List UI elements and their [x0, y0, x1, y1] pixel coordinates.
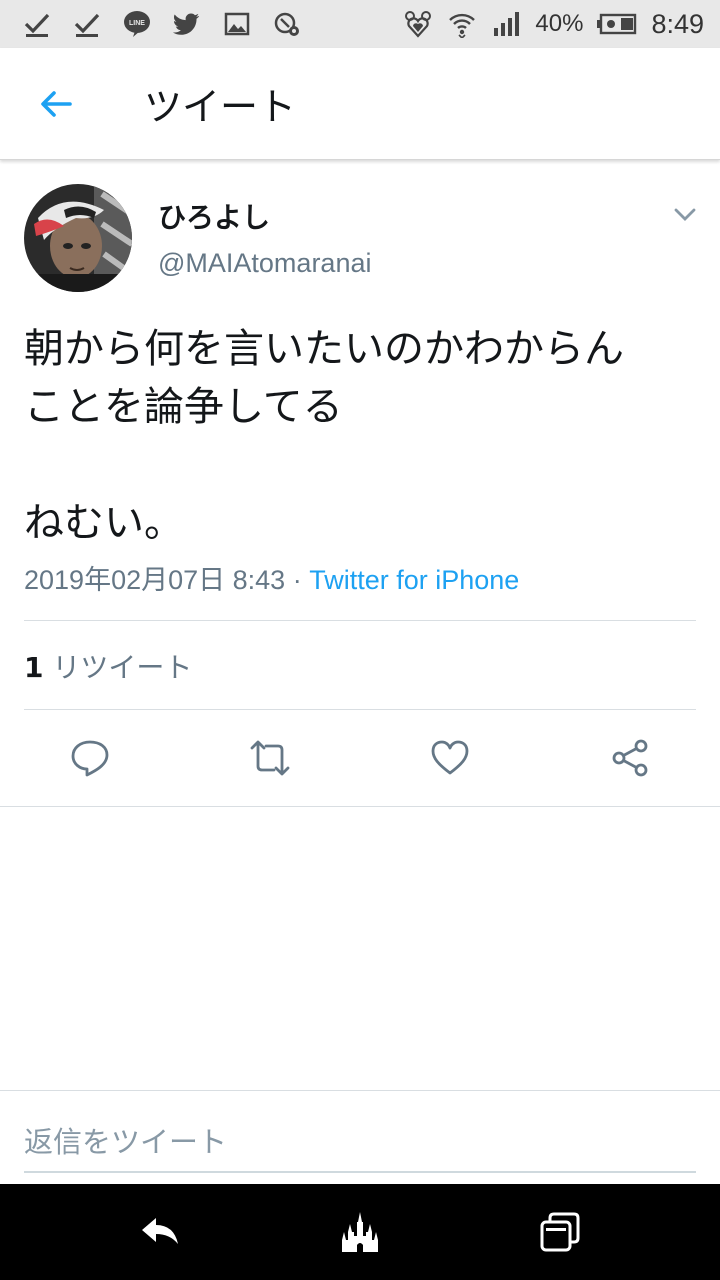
like-button[interactable] — [428, 736, 472, 780]
recents-icon — [540, 1212, 580, 1252]
retweet-icon — [250, 740, 290, 776]
retweet-count-row[interactable]: 1 リツイート — [24, 646, 192, 686]
system-nav-bar — [0, 1184, 720, 1280]
back-arrow-icon — [41, 90, 72, 117]
twitter-bird-icon — [172, 9, 202, 39]
signal-icon — [491, 9, 521, 39]
nav-recents-button[interactable] — [536, 1208, 584, 1256]
back-nav-icon — [142, 1218, 178, 1244]
user-display-name[interactable]: ひろよし — [158, 196, 270, 236]
meta-separator: · — [285, 565, 310, 595]
tweet-source-link[interactable]: Twitter for iPhone — [309, 565, 519, 595]
tweet-meta: 2019年02月07日 8:43 · Twitter for iPhone — [24, 558, 519, 597]
line-label: LINE — [129, 20, 145, 27]
check-icon — [22, 9, 52, 39]
mickey-heart-icon — [403, 9, 433, 39]
tweet-timestamp: 2019年02月07日 8:43 — [24, 565, 286, 595]
check-icon — [72, 9, 102, 39]
avatar[interactable] — [24, 184, 132, 292]
battery-percent: 40% — [535, 10, 584, 37]
user-handle[interactable]: @MAIAtomaranai — [158, 248, 371, 279]
like-icon — [431, 740, 469, 775]
retweet-count-label: リツイート — [43, 651, 193, 684]
share-icon — [612, 739, 648, 777]
reply-input[interactable]: 返信をツイート — [24, 1119, 696, 1173]
reply-composer: 返信をツイート — [0, 1090, 720, 1184]
wifi-icon — [447, 9, 477, 39]
retweet-count: 1 — [24, 651, 44, 684]
battery-icon — [597, 9, 637, 39]
castle-home-icon — [342, 1212, 378, 1252]
nav-back-button[interactable] — [136, 1208, 184, 1256]
app-header: ツイート — [0, 48, 720, 160]
chevron-down-icon[interactable] — [670, 200, 700, 230]
reply-button[interactable] — [68, 736, 112, 780]
page-title: ツイート — [144, 85, 297, 129]
divider — [0, 806, 720, 807]
retweet-button[interactable] — [248, 736, 292, 780]
status-time: 8:49 — [651, 8, 704, 39]
divider — [24, 709, 696, 710]
tweet-text: 朝から何を言いたいのかわからん ことを論争してる ねむい。 — [24, 326, 624, 546]
status-bar: LINE 40% 8:49 — [0, 0, 720, 48]
reply-icon — [71, 740, 109, 777]
line-app-icon: LINE — [122, 9, 152, 39]
nav-home-button[interactable] — [336, 1208, 384, 1256]
divider — [24, 620, 696, 621]
settings-sync-icon — [272, 9, 302, 39]
tweet-actions — [0, 712, 720, 806]
share-button[interactable] — [608, 736, 652, 780]
back-button[interactable] — [20, 68, 92, 140]
image-icon — [222, 9, 252, 39]
